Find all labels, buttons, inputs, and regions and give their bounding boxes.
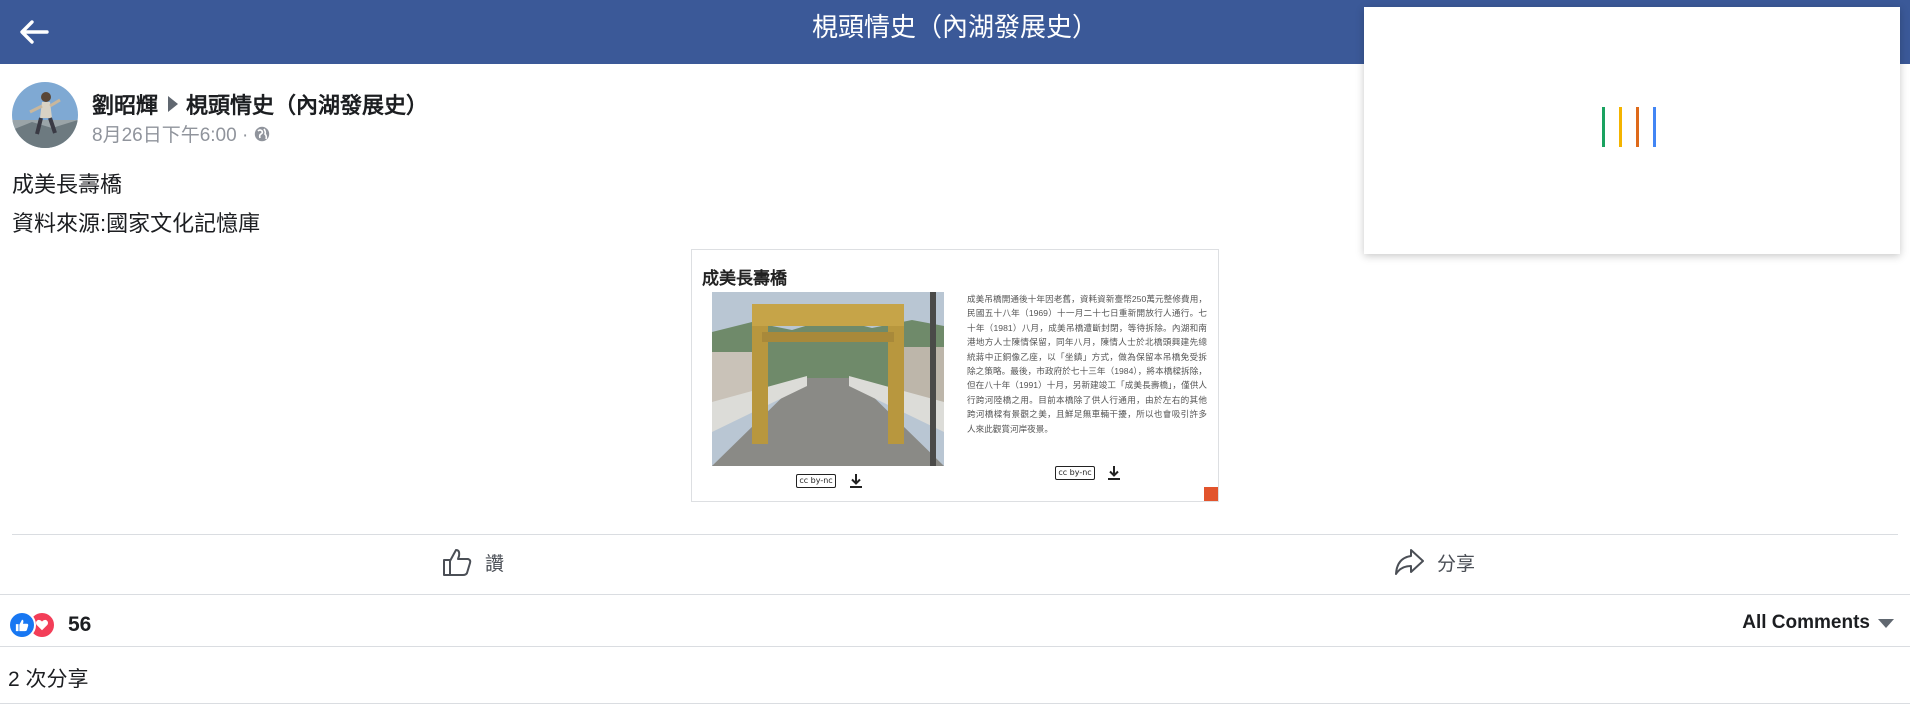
post-timestamp[interactable]: 8月26日下午6:00 · xyxy=(92,120,248,147)
share-arrow-icon xyxy=(1395,549,1424,575)
corner-marker xyxy=(1204,487,1218,501)
post-text-line: 成美長壽橋 xyxy=(12,172,123,197)
share-button[interactable]: 分享 xyxy=(1393,546,1475,578)
spinner-bar xyxy=(1602,107,1605,147)
spinner-bar xyxy=(1636,107,1639,147)
download-icon[interactable] xyxy=(1106,465,1122,481)
cc-license-badge: cc by-nc xyxy=(796,474,836,488)
like-label: 讚 xyxy=(485,553,505,575)
divider xyxy=(0,594,1910,595)
post-meta: 8月26日下午6:00 · xyxy=(92,120,270,147)
author-avatar[interactable] xyxy=(12,82,78,148)
reaction-summary[interactable]: 56 xyxy=(8,611,91,639)
post-text-line: 資料來源:國家文化記憶庫 xyxy=(12,211,261,236)
like-reaction-icon xyxy=(8,611,36,639)
share-label: 分享 xyxy=(1437,553,1476,575)
download-icon[interactable] xyxy=(848,473,864,489)
spinner-bar xyxy=(1653,107,1656,147)
spinner-bar xyxy=(1619,107,1622,147)
share-count[interactable]: 2 次分享 xyxy=(8,663,89,693)
attachment-title: 成美長壽橋 xyxy=(702,269,787,288)
thumbs-up-icon xyxy=(443,549,472,576)
divider xyxy=(0,646,1910,647)
loading-spinner-icon xyxy=(1602,107,1656,147)
cc-license-badge: cc by-nc xyxy=(1055,466,1095,480)
attachment-description: 成美吊橋開通後十年因老舊，資耗資新臺幣250萬元整修費用，民國五十八年（1969… xyxy=(967,294,1207,434)
bridge-photo xyxy=(712,292,944,466)
triangle-right-icon xyxy=(168,96,179,112)
post-attachment-image[interactable]: 成美長壽橋 成美吊橋開通後十年因老舊，資耗資新臺幣250萬元整修費用，民國五十八… xyxy=(691,249,1219,502)
author-name[interactable]: 劉昭輝 xyxy=(92,88,158,120)
loading-panel xyxy=(1364,7,1900,254)
group-name[interactable]: 梘頭情史（內湖發展史） xyxy=(186,88,428,120)
globe-icon xyxy=(255,126,270,141)
divider xyxy=(0,703,1910,704)
divider xyxy=(12,534,1898,535)
comments-filter-dropdown[interactable]: All Comments xyxy=(1742,612,1894,634)
caret-down-icon xyxy=(1878,618,1894,628)
post-header: 劉昭輝 梘頭情史（內湖發展史） xyxy=(92,88,428,120)
reaction-count: 56 xyxy=(68,613,92,636)
comments-filter-label: All Comments xyxy=(1742,612,1870,633)
like-button[interactable]: 讚 xyxy=(441,546,504,578)
